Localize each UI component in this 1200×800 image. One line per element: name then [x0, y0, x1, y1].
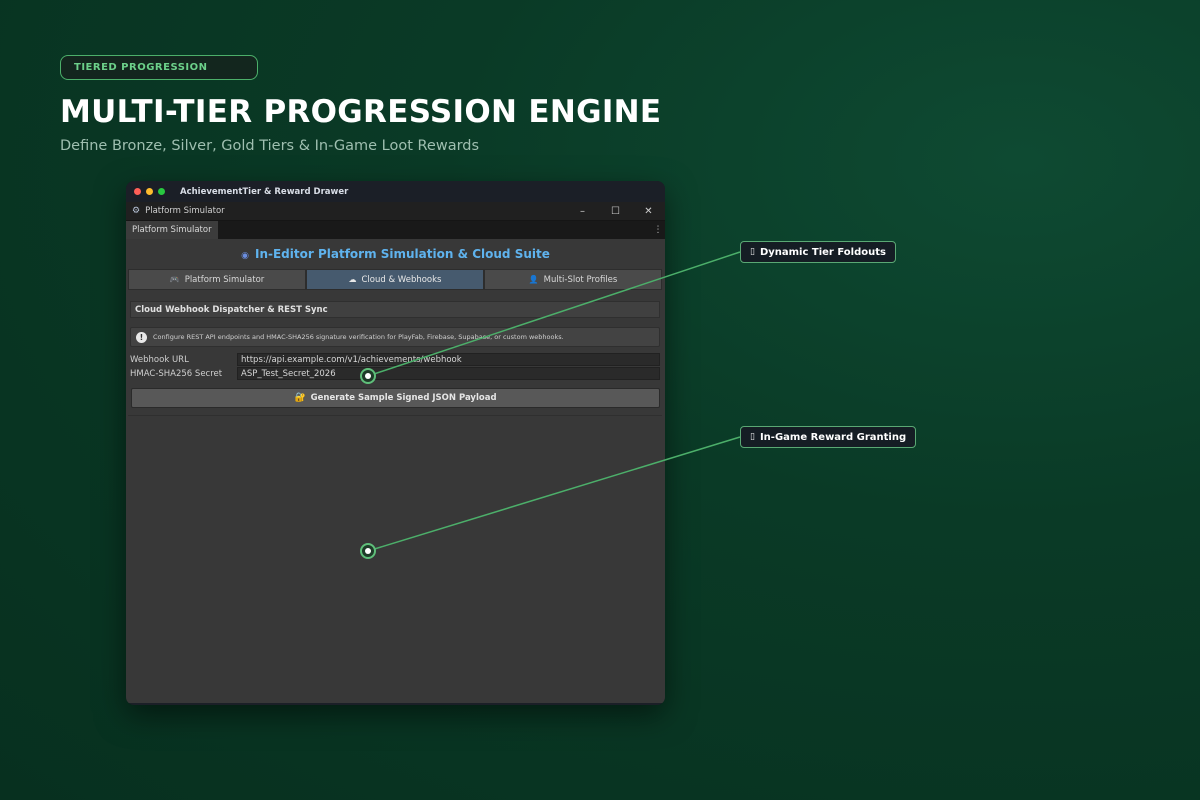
callout-icon: ▯	[750, 432, 755, 442]
hotspot-marker-2-center	[365, 548, 371, 554]
hotspot-marker-1-center	[365, 373, 371, 379]
callout-connectors	[360, 251, 741, 559]
callout-icon: ▯	[750, 247, 755, 257]
callout-label: In-Game Reward Granting	[759, 431, 907, 443]
connector-line-2	[367, 436, 741, 552]
connector-line-1	[367, 251, 741, 377]
callout-dynamic-tier-foldouts: ▯ Dynamic Tier Foldouts	[740, 241, 896, 263]
callout-label: Dynamic Tier Foldouts	[759, 246, 886, 258]
callout-in-game-reward-granting: ▯ In-Game Reward Granting	[740, 426, 917, 448]
